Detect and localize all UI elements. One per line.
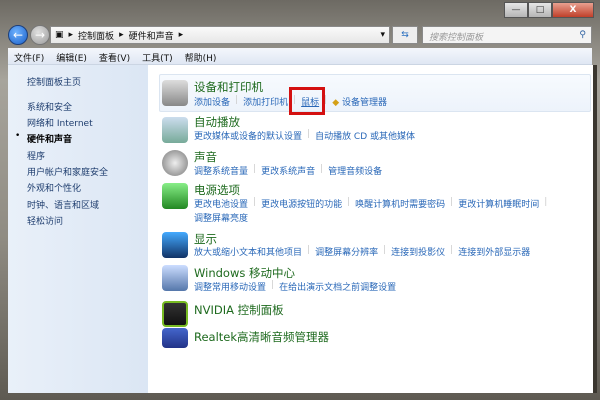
mobility-center-icon <box>162 265 188 291</box>
search-placeholder: 搜索控制面板 <box>429 33 484 43</box>
menu-file[interactable]: 文件(F) <box>14 51 44 64</box>
window-border <box>593 65 597 393</box>
section-title-mobility[interactable]: Windows 移动中心 <box>194 265 295 281</box>
sidebar-item-user-accounts[interactable]: 用户帐户和家庭安全 <box>27 165 108 178</box>
display-icon <box>162 232 188 258</box>
link-sleep-time[interactable]: 更改计算机睡眠时间 <box>453 197 544 210</box>
minimize-button[interactable]: — <box>504 2 528 18</box>
link-change-sounds[interactable]: 更改系统声音 <box>256 164 320 177</box>
link-mobility-settings[interactable]: 调整常用移动设置 <box>194 280 271 293</box>
link-wake-password[interactable]: 唤醒计算机时需要密码 <box>350 197 450 210</box>
speaker-icon <box>162 150 188 176</box>
refresh-button[interactable]: ⇆ <box>392 26 418 44</box>
section-title-nvidia[interactable]: NVIDIA 控制面板 <box>194 302 284 318</box>
link-battery-settings[interactable]: 更改电池设置 <box>194 197 253 210</box>
link-autoplay-cd[interactable]: 自动播放 CD 或其他媒体 <box>310 129 420 142</box>
nvidia-icon <box>162 301 188 327</box>
section-title-devices-printers[interactable]: 设备和打印机 <box>194 79 263 95</box>
window-controls: — □ X <box>504 2 594 18</box>
highlight-box <box>289 87 325 115</box>
realtek-icon <box>162 328 188 348</box>
chevron-right-icon: ▸ <box>119 30 124 40</box>
menu-view[interactable]: 查看(V) <box>99 51 130 64</box>
link-manage-audio[interactable]: 管理音频设备 <box>323 164 387 177</box>
chevron-right-icon: ▸ <box>68 30 74 40</box>
current-bullet-icon: • <box>15 131 21 141</box>
link-external-display[interactable]: 连接到外部显示器 <box>453 245 535 258</box>
sidebar-item-appearance[interactable]: 外观和个性化 <box>27 181 81 194</box>
breadcrumb-hardware-sound[interactable]: 硬件和声音 <box>129 29 174 42</box>
sidebar-item-network[interactable]: 网络和 Internet <box>27 116 93 129</box>
menu-tools[interactable]: 工具(T) <box>142 51 173 64</box>
link-projector[interactable]: 连接到投影仪 <box>386 245 450 258</box>
link-text-size[interactable]: 放大或缩小文本和其他项目 <box>194 245 307 258</box>
section-links-display: 放大或缩小文本和其他项目 | 调整屏幕分辨率 | 连接到投影仪 | 连接到外部显示器 <box>194 245 535 258</box>
autoplay-icon <box>162 117 188 143</box>
sidebar-item-programs[interactable]: 程序 <box>27 149 45 162</box>
sidebar-home[interactable]: 控制面板主页 <box>27 75 81 88</box>
back-button[interactable]: ← <box>8 25 28 45</box>
sidebar: 控制面板主页 系统和安全 网络和 Internet • 硬件和声音 程序 用户帐… <box>8 65 148 393</box>
forward-button[interactable]: → <box>30 25 50 45</box>
close-button[interactable]: X <box>552 2 594 18</box>
maximize-button[interactable]: □ <box>528 2 552 18</box>
menu-edit[interactable]: 编辑(E) <box>56 51 87 64</box>
address-bar[interactable]: ▣ ▸ 控制面板 ▸ 硬件和声音 ▸ ▾ <box>50 26 390 44</box>
link-device-manager: ◆ 设备管理器 <box>327 95 392 108</box>
section-links-autoplay: 更改媒体或设备的默认设置 | 自动播放 CD 或其他媒体 <box>194 129 420 142</box>
link-presentation-settings[interactable]: 在给出演示文档之前调整设置 <box>274 280 401 293</box>
menu-bar: 文件(F) 编辑(E) 查看(V) 工具(T) 帮助(H) <box>8 48 592 65</box>
section-title-realtek[interactable]: Realtek高清晰音频管理器 <box>194 329 329 345</box>
section-links-sound: 调整系统音量 | 更改系统声音 | 管理音频设备 <box>194 164 387 177</box>
section-title-power[interactable]: 电源选项 <box>194 182 240 198</box>
section-links-power: 更改电池设置 | 更改电源按钮的功能 | 唤醒计算机时需要密码 | 更改计算机睡眠时间… <box>194 197 548 210</box>
dropdown-icon[interactable]: ▾ <box>380 30 385 40</box>
menu-help[interactable]: 帮助(H) <box>185 51 217 64</box>
chevron-right-icon: ▸ <box>178 30 184 40</box>
content-pane: 设备和打印机 添加设备 | 添加打印机 | 鼠标 | ◆ 设备管理器 自动播放 更改媒… <box>148 65 593 393</box>
sidebar-item-system-security[interactable]: 系统和安全 <box>27 100 72 113</box>
link-add-printer[interactable]: 添加打印机 <box>238 95 293 108</box>
shield-icon: ◆ <box>332 98 340 108</box>
link-change-media-defaults[interactable]: 更改媒体或设备的默认设置 <box>194 129 307 142</box>
sidebar-item-clock-region[interactable]: 时钟、语言和区域 <box>27 198 99 211</box>
link-adjust-volume[interactable]: 调整系统音量 <box>194 164 253 177</box>
link-device-manager-label[interactable]: 设备管理器 <box>342 98 387 108</box>
link-brightness[interactable]: 调整屏幕亮度 <box>194 211 253 224</box>
section-title-autoplay[interactable]: 自动播放 <box>194 114 240 130</box>
search-icon: ⚲ <box>579 30 586 40</box>
section-links-mobility: 调整常用移动设置 | 在给出演示文档之前调整设置 <box>194 280 401 293</box>
search-input[interactable]: 搜索控制面板 ⚲ <box>422 26 592 44</box>
link-power-buttons[interactable]: 更改电源按钮的功能 <box>256 197 347 210</box>
sidebar-item-hardware-sound[interactable]: 硬件和声音 <box>27 132 72 145</box>
section-links-power-2: 调整屏幕亮度 <box>194 211 253 224</box>
breadcrumb-control-panel[interactable]: 控制面板 <box>78 29 114 42</box>
sidebar-item-ease-of-access[interactable]: 轻松访问 <box>27 214 63 227</box>
link-add-device[interactable]: 添加设备 <box>194 95 235 108</box>
battery-icon <box>162 183 188 209</box>
section-title-sound[interactable]: 声音 <box>194 149 217 165</box>
control-panel-icon: ▣ <box>55 30 64 40</box>
link-resolution[interactable]: 调整屏幕分辨率 <box>310 245 383 258</box>
printer-icon <box>162 80 188 106</box>
